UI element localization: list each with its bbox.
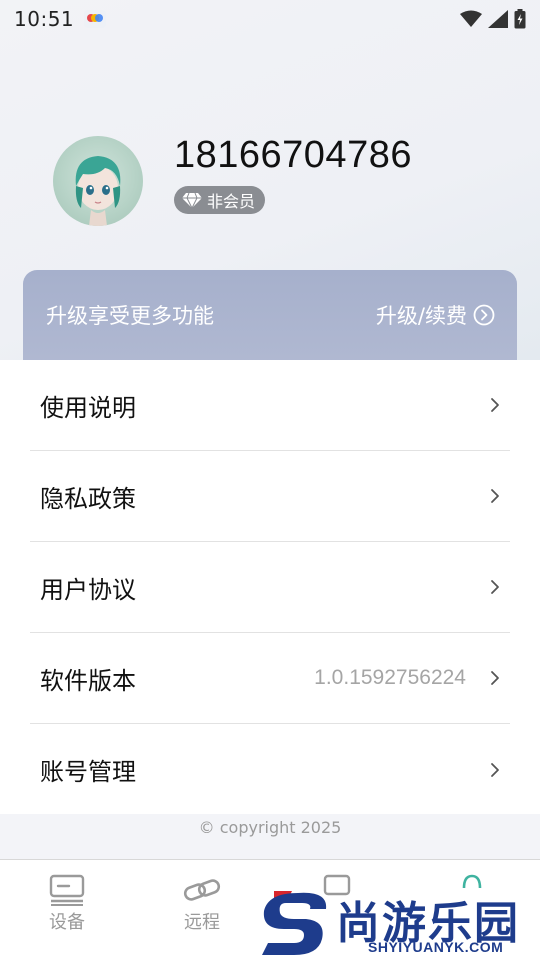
member-status-label: 非会员 xyxy=(207,192,256,211)
tab-devices[interactable]: 设备 xyxy=(27,874,107,934)
upgrade-card[interactable]: 升级享受更多功能 升级/续费 xyxy=(23,270,517,370)
avatar[interactable] xyxy=(53,136,143,226)
menu-item-software-version[interactable]: 软件版本 1.0.1592756224 xyxy=(30,633,510,724)
chevron-right-icon xyxy=(491,762,499,777)
status-icons xyxy=(460,9,526,29)
diamond-icon xyxy=(182,192,202,208)
chevron-right-icon xyxy=(491,398,499,412)
anime-avatar-image xyxy=(75,156,121,226)
site-watermark: 尚游乐园 SHYIYUANYK.COM xyxy=(258,885,540,960)
app-notification-icon xyxy=(84,10,107,28)
menu-item-user-agreement[interactable]: 用户协议 xyxy=(30,542,510,633)
menu-item-label: 软件版本 xyxy=(40,666,136,695)
copyright-text: © copyright 2025 xyxy=(0,814,540,859)
signal-icon xyxy=(488,10,508,28)
upgrade-text: 升级享受更多功能 xyxy=(46,304,214,328)
chevron-right-icon xyxy=(491,580,499,594)
menu-item-label: 使用说明 xyxy=(40,393,136,422)
user-phone-number: 18166704786 xyxy=(174,134,412,176)
circle-chevron-right-icon xyxy=(473,304,495,326)
link-icon xyxy=(183,879,221,901)
software-version-value: 1.0.1592756224 xyxy=(314,666,466,689)
status-time: 10:51 xyxy=(14,7,75,31)
upgrade-renew-label: 升级/续费 xyxy=(375,304,467,328)
status-bar: 10:51 xyxy=(0,0,540,38)
tab-devices-label: 设备 xyxy=(49,912,85,933)
tab-remote[interactable]: 远程 xyxy=(162,874,242,934)
watermark-url: SHYIYUANYK.COM xyxy=(368,939,504,955)
wifi-icon xyxy=(460,10,482,27)
menu-item-label: 用户协议 xyxy=(40,575,136,604)
menu-item-label: 账号管理 xyxy=(40,758,136,786)
tab-remote-label: 远程 xyxy=(184,912,220,933)
copyright-label: © copyright 2025 xyxy=(198,818,342,837)
menu-item-privacy-policy[interactable]: 隐私政策 xyxy=(30,451,510,542)
chevron-right-icon xyxy=(491,671,499,685)
chevron-right-icon xyxy=(491,489,499,503)
menu-item-label: 隐私政策 xyxy=(40,484,136,513)
watermark-logo-icon xyxy=(262,891,327,955)
battery-charging-icon xyxy=(514,9,526,29)
menu-item-instructions[interactable]: 使用说明 xyxy=(30,360,510,451)
upgrade-renew-button[interactable]: 升级/续费 xyxy=(376,300,495,330)
settings-menu: 使用说明 隐私政策 用户协议 软件版本 1.0.1592756224 账号管理 xyxy=(0,360,540,814)
menu-item-account-management[interactable]: 账号管理 xyxy=(30,724,510,815)
member-status-badge[interactable]: 非会员 xyxy=(174,186,266,214)
device-icon xyxy=(49,874,85,906)
